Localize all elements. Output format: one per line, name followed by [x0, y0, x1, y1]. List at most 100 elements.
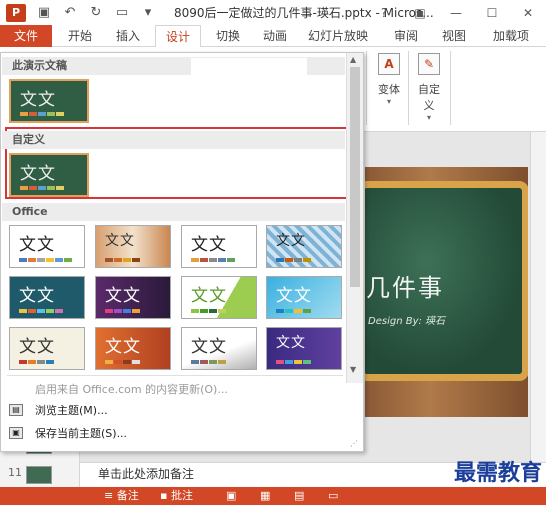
slide-canvas[interactable]: 几件事 Design By: 瑛石	[365, 167, 528, 417]
theme-sample-text: 文文	[105, 286, 141, 306]
theme-pattern[interactable]: 文文	[266, 225, 342, 268]
theme-color-bar	[276, 258, 311, 262]
theme-office[interactable]: 文文	[9, 225, 85, 268]
notes-placeholder: 单击此处添加备注	[98, 467, 195, 481]
section-office: Office	[2, 203, 345, 221]
variant-icon: A	[378, 53, 400, 75]
tab-slideshow[interactable]: 幻灯片放映	[302, 25, 374, 47]
repeat-icon[interactable]: ↻	[88, 5, 104, 20]
variant-label: 变体	[378, 83, 400, 96]
save-theme-icon: ▣	[9, 427, 23, 439]
theme-sample-text: 文文	[19, 286, 55, 306]
theme-dark-blue[interactable]: 文文	[266, 327, 342, 370]
theme-integral[interactable]: 文文	[266, 276, 342, 319]
theme-dark-purple[interactable]: 文文	[95, 276, 171, 319]
theme-sample-text: 文文	[191, 337, 227, 357]
ribbon-display-button[interactable]: ▣	[402, 0, 438, 25]
status-bar: ≡ 备注 ▪ 批注 ▣ ▦ ▤ ▭	[0, 487, 546, 505]
customize-icon[interactable]: ▾	[140, 5, 156, 20]
theme-color-bar	[191, 360, 226, 364]
tab-view[interactable]: 视图	[432, 25, 476, 47]
theme-color-bar	[20, 186, 64, 190]
comments-label: 批注	[170, 489, 193, 502]
theme-ion[interactable]: 文文	[9, 276, 85, 319]
customize-label-2: 义	[423, 99, 435, 112]
chalkboard-image: 几件事 Design By: 瑛石	[365, 181, 528, 381]
tab-transitions[interactable]: 切换	[206, 25, 250, 47]
theme-color-bar	[105, 360, 140, 364]
save-theme-item[interactable]: ▣ 保存当前主题(S)...	[9, 425, 127, 441]
ribbon-separator	[450, 51, 451, 125]
title-bar: P ▣ ↶ ↻ ▭ ▾ 8090后一定做过的几件事-瑛石.pptx - Micr…	[0, 0, 546, 25]
ribbon-separator	[408, 51, 409, 125]
close-button[interactable]: ✕	[510, 0, 546, 25]
powerpoint-logo-icon: P	[6, 3, 26, 22]
browse-themes-item[interactable]: ▤ 浏览主题(M)...	[9, 402, 108, 418]
tab-insert[interactable]: 插入	[106, 25, 150, 47]
scroll-down-icon[interactable]: ▼	[350, 365, 356, 374]
slide-scrollbar[interactable]	[530, 132, 546, 462]
maximize-button[interactable]: ☐	[474, 0, 510, 25]
minimize-button[interactable]: —	[438, 0, 474, 25]
theme-color-bar	[19, 309, 63, 313]
theme-color-bar	[19, 360, 54, 364]
customize-button[interactable]: ✎ 自定 义 ▾	[414, 53, 444, 122]
theme-retro[interactable]: 文文	[181, 225, 257, 268]
theme-sample-text: 文文	[191, 286, 227, 306]
theme-sample-text: 文文	[276, 286, 312, 306]
theme-color-bar	[191, 258, 235, 262]
theme-color-bar	[20, 112, 64, 116]
theme-custom[interactable]: 文文	[9, 153, 89, 197]
thumbnail-number: 11	[8, 466, 22, 479]
slide-sorter-icon[interactable]: ▦	[260, 487, 270, 505]
watermark-logo: 最需教育	[453, 460, 542, 486]
tab-file[interactable]: 文件	[0, 25, 52, 47]
comments-button[interactable]: ▪ 批注	[160, 487, 193, 505]
theme-sample-text: 文文	[191, 235, 227, 255]
theme-wood[interactable]: 文文	[95, 225, 171, 268]
resize-grip-icon[interactable]: ⋰	[350, 439, 362, 449]
theme-silver[interactable]: 文文	[181, 327, 257, 370]
scroll-thumb[interactable]	[350, 67, 360, 287]
notes-label: 备注	[116, 489, 139, 502]
reading-view-icon[interactable]: ▤	[294, 487, 304, 505]
theme-color-bar	[105, 309, 140, 313]
scroll-up-icon[interactable]: ▲	[350, 55, 356, 64]
normal-view-icon[interactable]: ▣	[226, 487, 236, 505]
theme-sample-text: 文文	[20, 90, 56, 110]
undo-icon[interactable]: ↶	[62, 5, 78, 20]
help-button[interactable]: ?	[366, 0, 402, 25]
save-theme-label: 保存当前主题(S)...	[35, 427, 128, 440]
tab-review[interactable]: 审阅	[384, 25, 428, 47]
theme-sample-text: 文文	[19, 337, 55, 357]
customize-label-1: 自定	[418, 83, 440, 96]
theme-color-bar	[105, 258, 140, 262]
slide-title: 几件事	[366, 274, 444, 302]
theme-orange[interactable]: 文文	[95, 327, 171, 370]
tab-animations[interactable]: 动画	[253, 25, 297, 47]
notes-button[interactable]: ≡ 备注	[104, 487, 139, 505]
tab-addins[interactable]: 加载项	[484, 25, 538, 47]
slideshow-view-icon[interactable]: ▭	[328, 487, 338, 505]
gallery-scrollbar[interactable]: ▲ ▼	[346, 53, 363, 383]
theme-color-bar	[276, 360, 311, 364]
theme-color-bar	[276, 309, 311, 313]
theme-parchment[interactable]: 文文	[9, 327, 85, 370]
slideshow-icon[interactable]: ▭	[114, 5, 130, 20]
tab-home[interactable]: 开始	[58, 25, 102, 47]
theme-facet[interactable]: 文文	[181, 276, 257, 319]
ribbon-tabs: 文件 开始 插入 设计 切换 动画 幻灯片放映 审阅 视图 加载项	[0, 25, 546, 48]
menu-separator	[7, 375, 343, 376]
save-icon[interactable]: ▣	[36, 5, 52, 20]
tab-design[interactable]: 设计	[155, 25, 201, 48]
ribbon-separator	[366, 51, 367, 125]
theme-sample-text: 文文	[276, 335, 306, 351]
theme-gallery-dropdown: 此演示文稿 文文 自定义 文文 Office 文文 文文 文文 文文 文文 文文…	[0, 52, 364, 452]
slide-thumbnail[interactable]	[26, 466, 52, 484]
browse-folder-icon: ▤	[9, 404, 23, 416]
theme-current[interactable]: 文文	[9, 79, 89, 123]
theme-sample-text: 文文	[105, 233, 135, 249]
variant-button[interactable]: A 变体 ▾	[374, 53, 404, 106]
theme-sample-text: 文文	[19, 235, 55, 255]
theme-sample-text: 文文	[276, 233, 306, 249]
